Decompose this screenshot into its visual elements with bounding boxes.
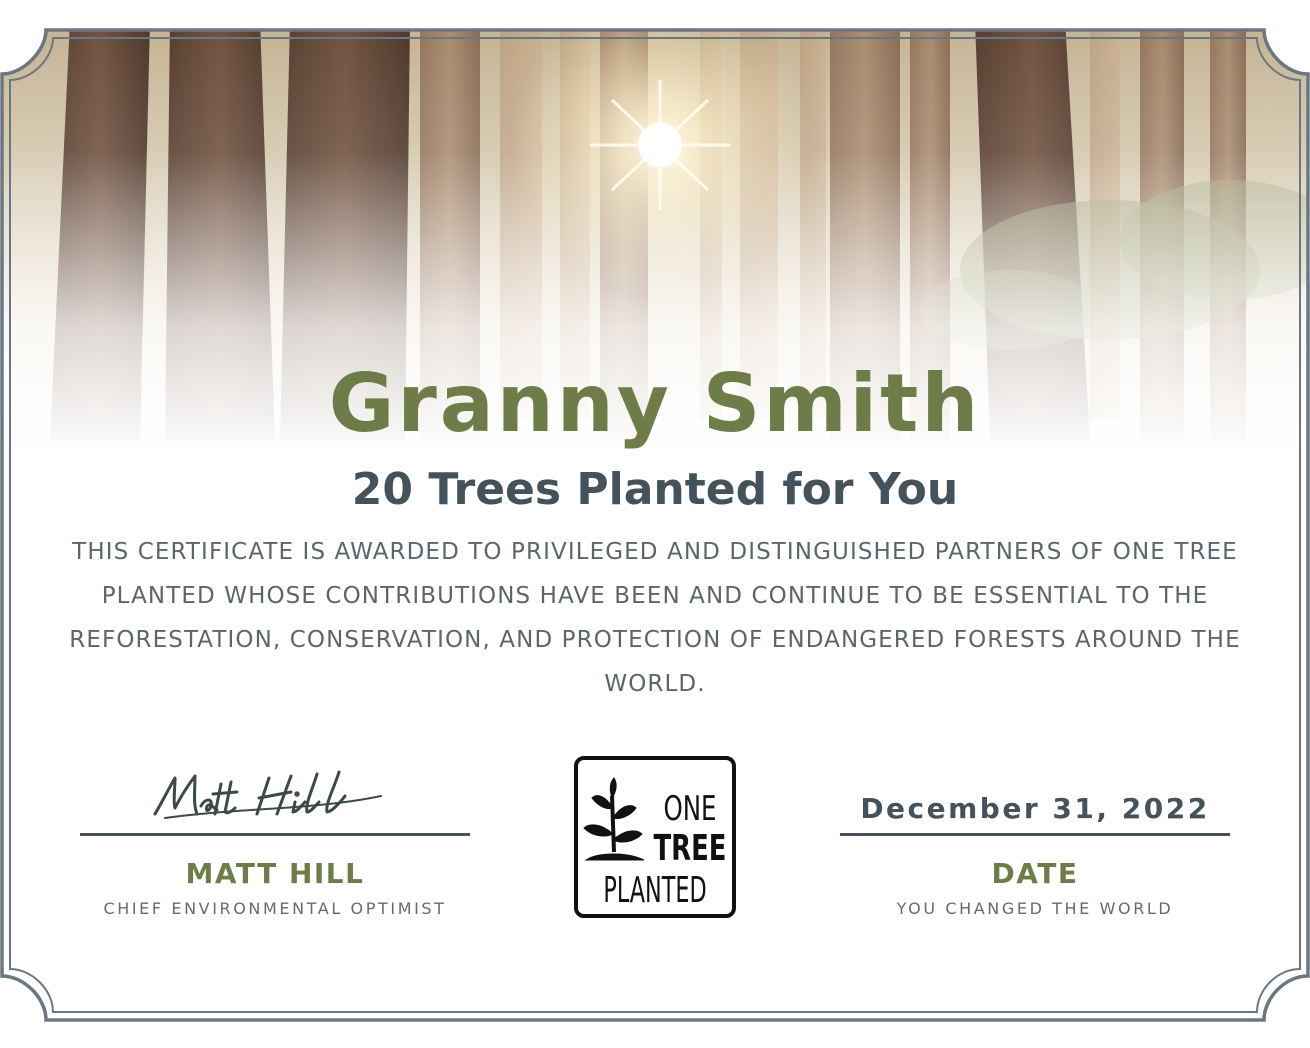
date-line — [840, 833, 1230, 836]
trees-planted-subtitle: 20 Trees Planted for You — [351, 464, 959, 515]
signer-name: MATT HILL — [185, 857, 365, 890]
signer-title: CHIEF ENVIRONMENTAL OPTIMIST — [103, 899, 447, 918]
date-caption: YOU CHANGED THE WORLD — [896, 899, 1174, 918]
logo-text-tree: TREE — [653, 828, 726, 869]
recipient-name: Granny Smith — [328, 357, 982, 450]
date-value: December 31, 2022 — [860, 792, 1210, 825]
certificate: Granny Smith 20 Trees Planted for You TH… — [0, 0, 1310, 1048]
signature-block: MATT HILL CHIEF ENVIRONMENTAL OPTIMIST — [80, 760, 470, 920]
logo-text-one: ONE — [663, 789, 716, 828]
date-block: December 31, 2022 DATE YOU CHANGED THE W… — [840, 760, 1230, 920]
one-tree-planted-logo: ONE TREE PLANTED — [574, 756, 736, 918]
logo-text-planted: PLANTED — [603, 870, 706, 912]
handwritten-signature — [153, 770, 382, 819]
signature-line — [80, 833, 470, 836]
certificate-description: THIS CERTIFICATE IS AWARDED TO PRIVILEGE… — [69, 539, 1241, 697]
date-label: DATE — [991, 857, 1079, 890]
